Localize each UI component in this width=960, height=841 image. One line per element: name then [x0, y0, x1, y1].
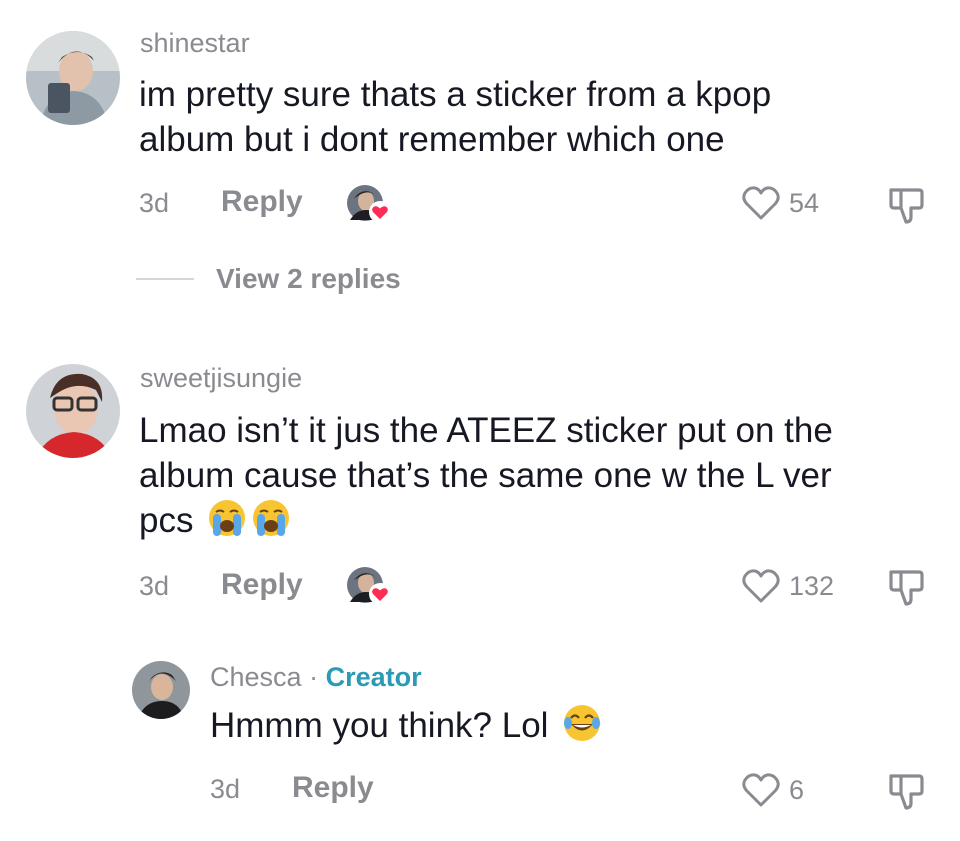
comment-timestamp: 3d	[139, 188, 170, 218]
comment-text-line: im pretty sure thats a sticker from a kp…	[139, 75, 772, 114]
reply-text: Hmmm you think? Lol	[210, 703, 602, 754]
thumbs-down-icon	[889, 188, 924, 224]
thumbs-down-icon	[889, 774, 924, 810]
like-button[interactable]: 6	[741, 772, 804, 808]
comment-text-line: album cause that’s the same one w the L …	[139, 456, 832, 495]
loudly-crying-face-emoji	[207, 498, 247, 549]
heart-outline-icon	[742, 569, 780, 603]
avatar[interactable]	[132, 661, 190, 719]
comment-text-line: Lmao isn’t it jus the ATEEZ sticker put …	[139, 411, 833, 450]
tears-of-joy-emoji	[562, 703, 602, 754]
reply-username[interactable]: Chesca · Creator	[210, 664, 422, 691]
like-count: 6	[789, 774, 805, 805]
comment-text-line: album but i dont remember which one	[139, 120, 725, 159]
comment-text-line: pcs	[139, 501, 194, 540]
dislike-button[interactable]	[886, 772, 926, 812]
comments-section: shinestar im pretty sure thats a sticker…	[0, 0, 960, 841]
comment-timestamp: 3d	[139, 571, 170, 601]
reply-timestamp: 3d	[210, 774, 241, 804]
loudly-crying-face-emoji	[251, 498, 291, 549]
dislike-button[interactable]	[886, 568, 926, 608]
divider	[136, 278, 194, 280]
view-replies-label: View 2 replies	[216, 263, 401, 294]
creator-badge: Creator	[325, 662, 422, 692]
heart-outline-icon	[742, 773, 780, 807]
reply-button[interactable]: Reply	[292, 773, 374, 803]
like-count: 132	[789, 570, 835, 601]
dislike-button[interactable]	[886, 186, 926, 226]
like-button[interactable]: 132	[741, 568, 834, 604]
reply-text-line: Hmmm you think? Lol	[210, 706, 549, 745]
heart-outline-icon	[742, 186, 780, 220]
reply-username-text: Chesca	[210, 662, 302, 692]
reply-button[interactable]: Reply	[221, 187, 303, 217]
heart-badge-icon	[369, 201, 391, 223]
like-count: 54	[789, 187, 820, 218]
thumbs-down-icon	[889, 570, 924, 606]
like-button[interactable]: 54	[741, 185, 819, 221]
comment-text: Lmao isn’t it jus the ATEEZ sticker put …	[139, 408, 833, 549]
reply-button[interactable]: Reply	[221, 570, 303, 600]
creator-liked-badge	[346, 566, 391, 606]
avatar[interactable]	[26, 364, 120, 458]
comment-username[interactable]: sweetjisungie	[140, 365, 302, 392]
avatar[interactable]	[26, 31, 120, 125]
heart-badge-icon	[369, 583, 391, 605]
separator: ·	[309, 662, 319, 692]
comment-username[interactable]: shinestar	[140, 30, 250, 57]
comment-text: im pretty sure thats a sticker from a kp…	[139, 72, 771, 162]
view-replies-button[interactable]: View 2 replies	[136, 265, 401, 293]
creator-liked-badge	[346, 184, 391, 224]
